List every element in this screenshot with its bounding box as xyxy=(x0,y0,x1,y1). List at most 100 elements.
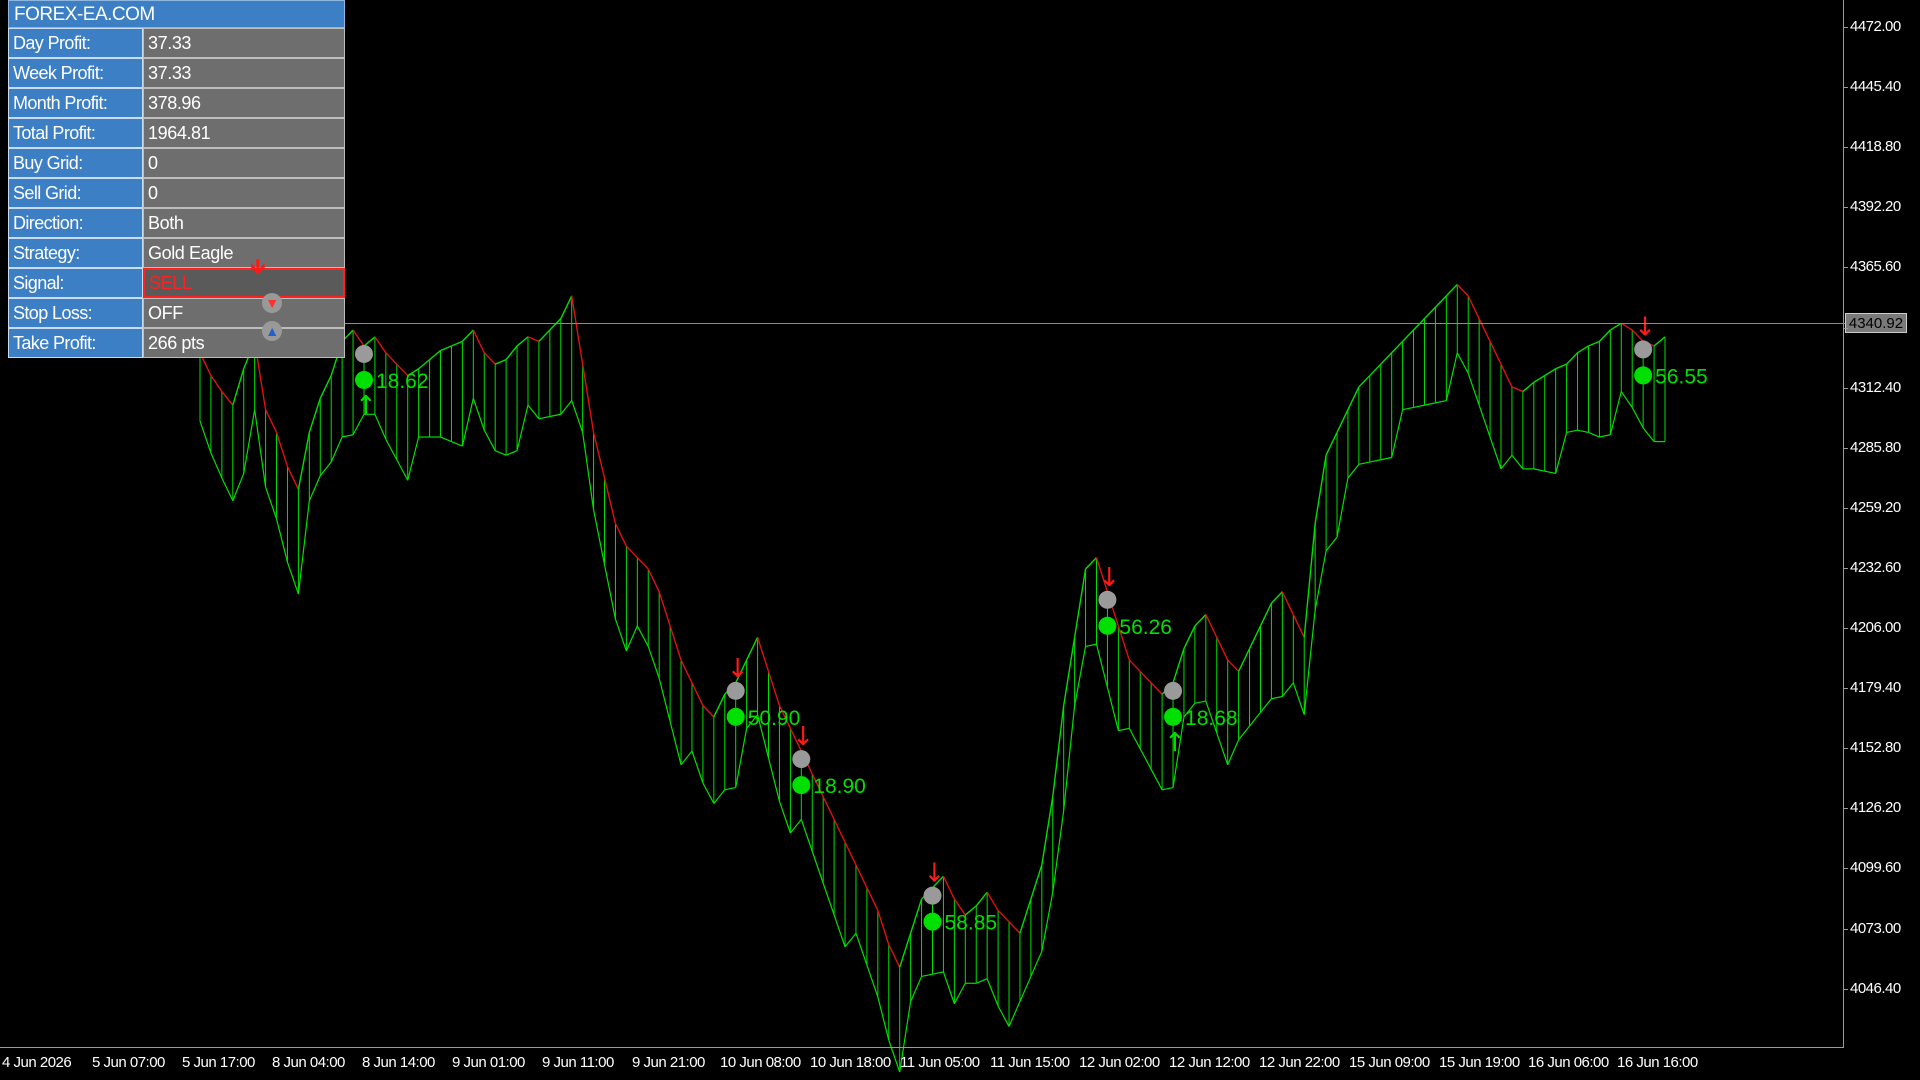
price-line-segment xyxy=(363,336,376,347)
price-line-segment xyxy=(833,819,846,843)
panel-row-month-profit: Month Profit: 378.96 xyxy=(8,88,345,118)
price-line-segment xyxy=(1248,625,1262,649)
envelope-segment xyxy=(1511,454,1524,470)
envelope-segment xyxy=(1435,400,1447,404)
time-tick-label: 9 Jun 11:00 xyxy=(542,1054,614,1071)
envelope-segment xyxy=(932,971,944,975)
time-tick-label: 4 Jun 2026 xyxy=(2,1054,72,1071)
envelope-segment xyxy=(1118,727,1130,732)
price-line-segment xyxy=(680,659,693,684)
strategy-label: Strategy: xyxy=(8,238,143,268)
envelope-segment xyxy=(877,996,890,1041)
envelope-segment xyxy=(713,789,726,804)
price-line-segment xyxy=(352,329,365,347)
price-tick-mark xyxy=(1843,387,1848,389)
trade-marker: ↓ 56.26 xyxy=(1098,563,1172,639)
envelope-segment xyxy=(592,509,606,565)
panel-row-signal: Signal: SELL 🡻 xyxy=(8,256,345,298)
sell-arrow-icon: ↓ xyxy=(792,722,814,752)
price-tick-label: 4152.80 xyxy=(1850,739,1901,757)
envelope-segment xyxy=(1631,407,1644,429)
take-profit-label: Take Profit: xyxy=(8,328,143,358)
envelope-segment xyxy=(1281,682,1294,697)
price-tick-mark xyxy=(1843,507,1848,509)
price-line-segment xyxy=(756,637,770,672)
envelope-segment xyxy=(494,450,507,456)
trade-marker: ↓ 18.90 xyxy=(792,722,866,798)
envelope-segment xyxy=(1380,456,1392,461)
envelope-segment xyxy=(1227,739,1240,766)
price-line-segment xyxy=(549,318,562,331)
price-tick-label: 4445.40 xyxy=(1850,78,1901,96)
time-tick-label: 12 Jun 12:00 xyxy=(1169,1054,1250,1071)
envelope-segment xyxy=(1424,402,1436,406)
time-tick-label: 9 Jun 21:00 xyxy=(632,1054,705,1071)
envelope-segment xyxy=(866,964,879,998)
price-line-segment xyxy=(1434,295,1447,308)
envelope-segment xyxy=(1500,454,1513,470)
envelope-segment xyxy=(1642,427,1655,442)
price-line-segment xyxy=(440,345,452,352)
price-line-segment xyxy=(1270,591,1283,604)
envelope-segment xyxy=(243,409,256,474)
panel-title: FOREX-EA.COM xyxy=(8,0,345,28)
envelope-segment xyxy=(385,439,398,461)
envelope-segment xyxy=(647,646,660,679)
price-line-segment xyxy=(1391,340,1404,354)
price-tick-label: 4285.80 xyxy=(1850,438,1901,456)
envelope-segment xyxy=(461,398,474,447)
envelope-segment xyxy=(953,982,966,1005)
envelope-segment xyxy=(210,452,223,479)
envelope-segment xyxy=(1402,406,1414,411)
envelope-segment xyxy=(1609,391,1622,435)
strategy-value: Gold Eagle xyxy=(143,238,345,268)
time-tick-label: 10 Jun 08:00 xyxy=(720,1054,801,1071)
price-line-segment xyxy=(232,368,245,406)
price-line-segment xyxy=(1500,363,1513,388)
price-line-segment xyxy=(614,523,628,547)
price-tick-mark xyxy=(1843,628,1848,629)
price-line-segment xyxy=(1063,637,1076,706)
envelope-segment xyxy=(1161,786,1174,791)
trade-profit-label: 58.85 xyxy=(945,912,998,935)
envelope-segment xyxy=(1533,468,1545,472)
week-profit-value: 37.33 xyxy=(143,58,345,88)
envelope-segment xyxy=(1314,550,1327,611)
price-line-segment xyxy=(1008,921,1021,934)
price-line-segment xyxy=(1620,322,1633,331)
buy-grid-value: 0 xyxy=(143,148,345,178)
envelope-segment xyxy=(1456,352,1469,374)
price-line-segment xyxy=(767,671,781,706)
envelope-segment xyxy=(1325,536,1338,552)
price-line-segment xyxy=(658,591,671,627)
price-tick-mark xyxy=(1843,207,1848,209)
price-tick-mark xyxy=(1843,147,1848,149)
envelope-segment xyxy=(1369,459,1381,463)
envelope-segment xyxy=(1216,732,1229,765)
price-tick-mark xyxy=(1843,447,1848,449)
trade-marker: ↓ 58.85 xyxy=(923,859,998,935)
envelope-segment xyxy=(571,400,584,433)
sell-arrow-icon: ↓ xyxy=(727,654,749,684)
price-axis xyxy=(1843,0,1844,1048)
price-line-segment xyxy=(1380,352,1393,365)
sell-arrow-icon: ↓ xyxy=(924,859,946,889)
price-line-segment xyxy=(1073,568,1087,638)
envelope-segment xyxy=(1577,429,1589,434)
price-line-segment xyxy=(1281,591,1294,615)
envelope-segment xyxy=(407,436,420,481)
envelope-segment xyxy=(921,973,933,978)
price-line-segment xyxy=(1085,557,1097,570)
price-line-segment xyxy=(866,887,879,911)
price-tick-label: 4126.20 xyxy=(1850,799,1901,817)
ea-info-panel: FOREX-EA.COM Day Profit: 37.33 Week Prof… xyxy=(8,0,345,358)
price-line-segment xyxy=(527,336,540,343)
price-line-segment xyxy=(888,944,901,968)
price-line-segment xyxy=(647,568,660,593)
envelope-segment xyxy=(582,432,595,510)
buy-arrow-icon: ↑ xyxy=(355,391,377,421)
envelope-segment xyxy=(1445,352,1458,401)
signal-value: SELL 🡻 xyxy=(143,256,345,298)
price-line-segment xyxy=(264,409,278,433)
time-tick-label: 16 Jun 06:00 xyxy=(1528,1054,1609,1071)
